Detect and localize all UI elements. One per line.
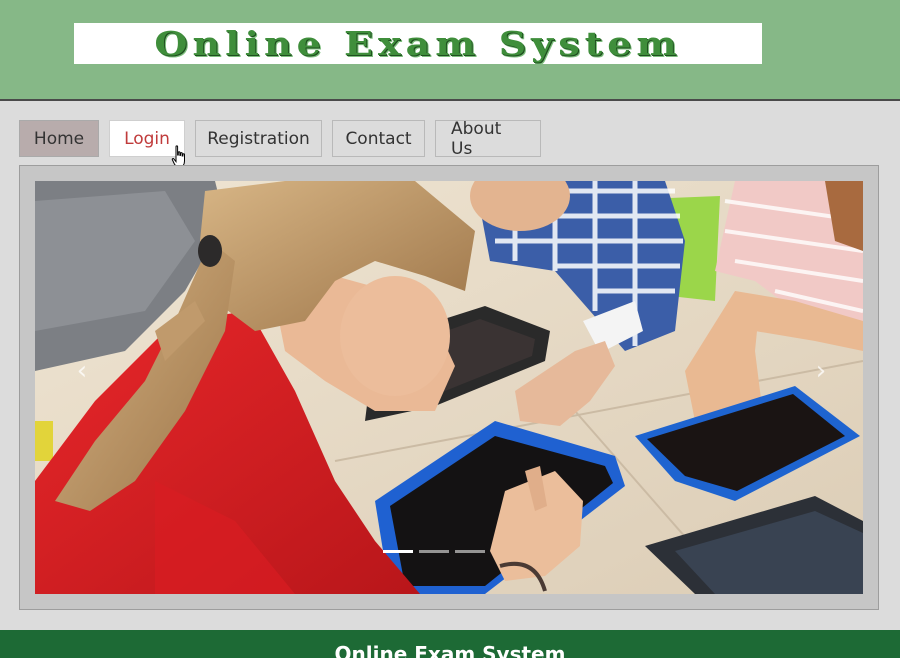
- chevron-right-icon: ›: [815, 356, 827, 386]
- logo-text: Online Exam System: [154, 23, 682, 63]
- nav-contact[interactable]: Contact: [332, 120, 425, 157]
- carousel-next-button[interactable]: ›: [806, 351, 836, 391]
- carousel-indicators: [383, 550, 485, 553]
- carousel: ‹ ›: [19, 165, 879, 610]
- footer-title: Online Exam System: [334, 642, 566, 658]
- students-tablets-photo: [35, 181, 863, 594]
- chevron-left-icon: ‹: [76, 356, 88, 386]
- site-logo[interactable]: Online Exam System: [74, 23, 762, 64]
- carousel-indicator-2[interactable]: [419, 550, 449, 553]
- main-nav: Home Login Registration Contact About Us: [19, 119, 541, 159]
- carousel-prev-button[interactable]: ‹: [67, 351, 97, 391]
- carousel-indicator-1[interactable]: [383, 550, 413, 553]
- carousel-slide-image: [35, 181, 863, 594]
- nav-home[interactable]: Home: [19, 120, 99, 157]
- nav-about-us[interactable]: About Us: [435, 119, 541, 159]
- nav-registration[interactable]: Registration: [195, 120, 322, 157]
- carousel-indicator-3[interactable]: [455, 550, 485, 553]
- site-header: Online Exam System: [0, 0, 900, 101]
- site-footer: Online Exam System: [0, 630, 900, 658]
